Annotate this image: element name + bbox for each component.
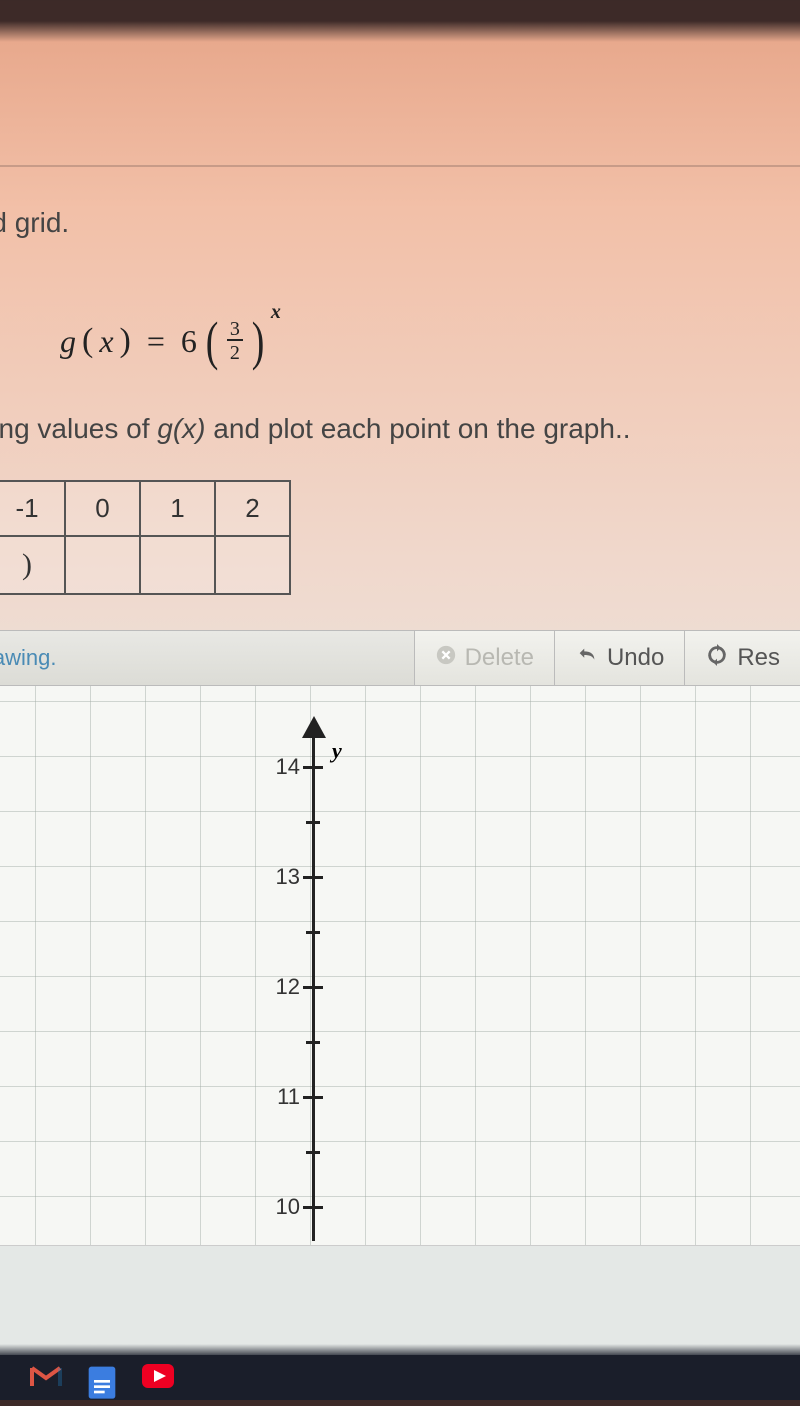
axis-tick (303, 986, 323, 989)
tick-label: 13 (260, 864, 300, 890)
axis-tick (303, 1206, 323, 1209)
table-cell[interactable]: 2 (215, 481, 290, 536)
graph-canvas[interactable]: y 14 13 12 11 10 (0, 686, 800, 1246)
windows-taskbar[interactable] (0, 1355, 800, 1400)
table-row: -1 0 1 2 (0, 481, 290, 536)
formula-fraction: 3 2 (227, 319, 243, 363)
axis-tick (303, 766, 323, 769)
delete-button[interactable]: Delete (414, 631, 554, 685)
table-cell[interactable] (215, 536, 290, 594)
axis-tick-minor (306, 821, 320, 824)
axis-tick-minor (306, 1041, 320, 1044)
table-cell[interactable]: 1 (140, 481, 215, 536)
axis-tick (303, 876, 323, 879)
delete-icon (435, 644, 457, 672)
toolbar-hint: a drawing. (0, 631, 414, 685)
table-cell[interactable] (140, 536, 215, 594)
axis-tick (303, 1096, 323, 1099)
reset-button[interactable]: Res (684, 631, 800, 685)
table-cell[interactable]: -1 (0, 481, 65, 536)
instruction-top: vided grid. (0, 207, 800, 239)
formula-coef: 6 (181, 323, 197, 360)
drawing-toolbar: a drawing. Delete Undo Res (0, 630, 800, 686)
formula-func: g (60, 323, 76, 360)
table-cell[interactable]: 0 (65, 481, 140, 536)
undo-button[interactable]: Undo (554, 631, 684, 685)
docs-icon[interactable] (86, 1364, 118, 1392)
value-table[interactable]: -1 0 1 2 ) (0, 480, 291, 595)
tick-label: 12 (260, 974, 300, 1000)
table-row: ) (0, 536, 290, 594)
tick-label: 11 (260, 1084, 300, 1110)
reset-icon (705, 644, 729, 672)
gmail-icon[interactable] (30, 1364, 62, 1392)
axis-tick-minor (306, 1151, 320, 1154)
formula-gx: g ( x ) = 6 ( 3 2 ) x (60, 319, 800, 363)
y-axis-label: y (332, 738, 342, 764)
graph-grid (0, 686, 800, 1245)
table-cell[interactable] (65, 536, 140, 594)
formula-var: x (99, 323, 113, 360)
axis-tick-minor (306, 931, 320, 934)
table-cell[interactable]: ) (0, 536, 65, 594)
formula-exponent: x (271, 301, 281, 324)
instruction-mid: ponding values of g(x) and plot each poi… (0, 413, 800, 445)
tick-label: 10 (260, 1194, 300, 1220)
divider (0, 165, 800, 167)
youtube-icon[interactable] (142, 1364, 174, 1392)
undo-icon (575, 644, 599, 672)
tick-label: 14 (260, 754, 300, 780)
